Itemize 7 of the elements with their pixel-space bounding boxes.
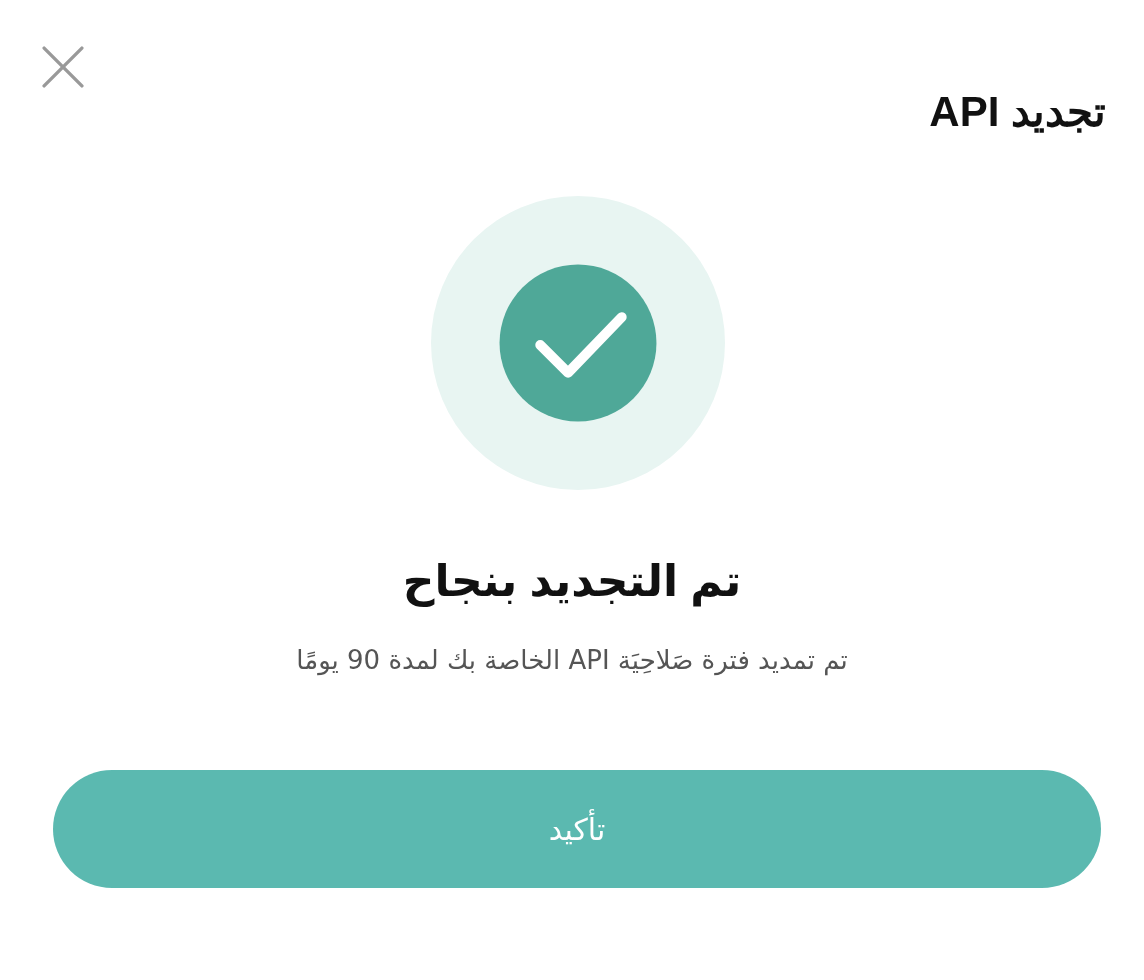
success-check-icon [431, 196, 725, 490]
close-icon [42, 46, 84, 88]
dialog-title: تجديد API [929, 87, 1106, 137]
success-message: تم تمديد فترة صَلاحِيَة API الخاصة بك لمدة 90 يومًا [296, 644, 848, 678]
confirm-button[interactable]: تأكيد [53, 770, 1101, 888]
close-button[interactable] [42, 46, 84, 88]
success-heading: تم التجديد بنجاح [402, 555, 742, 609]
